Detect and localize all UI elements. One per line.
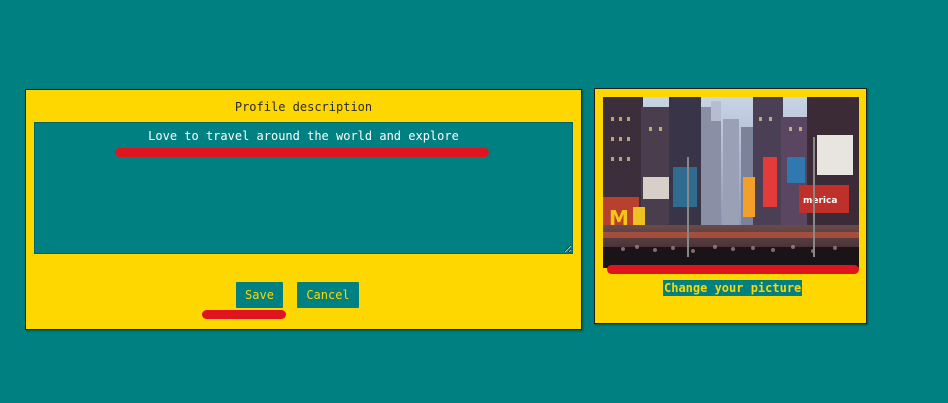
save-button[interactable]: Save [236, 282, 283, 308]
resize-handle-icon[interactable] [563, 244, 571, 252]
profile-description-panel: Profile description Love to travel aroun… [25, 89, 582, 330]
description-textarea[interactable]: Love to travel around the world and expl… [34, 122, 573, 254]
page: Profile description Love to travel aroun… [0, 0, 948, 403]
annotation-underline [202, 310, 286, 319]
annotation-underline [607, 265, 859, 274]
city-photo-icon: M merica [603, 97, 859, 268]
svg-text:merica: merica [803, 196, 837, 206]
profile-picture-panel: M merica Change your picture [594, 88, 867, 324]
description-text: Love to travel around the world and expl… [148, 129, 459, 143]
annotation-underline [115, 148, 489, 157]
cancel-button[interactable]: Cancel [297, 282, 359, 308]
panel-title: Profile description [234, 100, 373, 114]
change-picture-link[interactable]: Change your picture [663, 280, 803, 296]
profile-picture: M merica [603, 97, 859, 268]
